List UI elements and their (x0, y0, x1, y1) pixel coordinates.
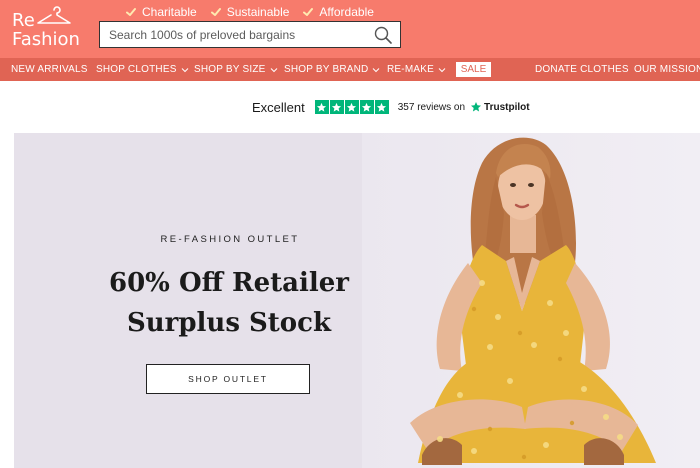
chevron-down-icon (373, 67, 380, 72)
nav-re-make[interactable]: RE-MAKE (387, 58, 446, 81)
trustpilot-logo-star-icon (471, 102, 482, 112)
usp-label: Charitable (142, 5, 197, 19)
usp-label: Affordable (319, 5, 374, 19)
shop-outlet-button[interactable]: SHOP OUTLET (146, 364, 310, 394)
star-icon (359, 100, 374, 114)
nav-label: OUR MISSION (634, 64, 700, 75)
nav-label: RE-MAKE (387, 64, 434, 75)
nav-label: NEW ARRIVALS (11, 64, 88, 75)
hero-heading-line2: Surplus Stock (126, 308, 331, 338)
nav-label: SHOP BY BRAND (284, 64, 369, 75)
usp-bar: Charitable Sustainable Affordable (126, 4, 374, 20)
trustpilot-review-count: 357 reviews on (397, 101, 466, 113)
nav-shop-clothes[interactable]: SHOP CLOTHES (96, 58, 189, 81)
search-box (99, 21, 401, 48)
star-icon (329, 100, 344, 114)
nav-label: DONATE CLOTHES (535, 64, 629, 75)
search-icon[interactable] (374, 26, 392, 44)
trustpilot-widget[interactable]: Excellent 357 reviews on Trustpilot (252, 99, 530, 115)
check-icon (126, 8, 136, 16)
nav-label: SHOP CLOTHES (96, 64, 177, 75)
nav-label: SHOP BY SIZE (194, 64, 266, 75)
chevron-down-icon (181, 67, 188, 72)
trustpilot-stars (314, 100, 389, 114)
hero-model-image[interactable] (370, 133, 700, 468)
nav-donate-clothes[interactable]: DONATE CLOTHES (535, 58, 629, 81)
hero-eyebrow: RE-FASHION OUTLET (160, 234, 300, 245)
star-icon (314, 100, 329, 114)
top-header: Re Fashion Charitable Sustainable Afford… (0, 0, 700, 58)
hanger-icon (37, 6, 71, 24)
main-nav: NEW ARRIVALS SHOP CLOTHES SHOP BY SIZE S… (0, 58, 700, 81)
trustpilot-brand: Trustpilot (484, 101, 530, 113)
nav-shop-by-size[interactable]: SHOP BY SIZE (194, 58, 278, 81)
nav-sale[interactable]: SALE (456, 62, 491, 77)
check-icon (303, 8, 314, 16)
logo-text-re: Re (12, 10, 35, 31)
usp-affordable: Affordable (303, 5, 374, 19)
check-icon (210, 8, 221, 16)
hero-banner: RE-FASHION OUTLET 60% Off Retailer Surpl… (14, 133, 700, 468)
hero-heading: 60% Off Retailer Surplus Stock (94, 263, 364, 343)
logo-text-fashion: Fashion (12, 29, 80, 50)
usp-sustainable: Sustainable (210, 5, 290, 19)
hero-heading-line1: 60% Off Retailer (109, 268, 349, 298)
star-icon (344, 100, 359, 114)
usp-label: Sustainable (226, 5, 290, 19)
chevron-down-icon (270, 67, 277, 72)
star-icon (374, 100, 389, 114)
site-logo[interactable]: Re Fashion (10, 6, 80, 52)
usp-charitable: Charitable (126, 5, 197, 19)
nav-shop-by-brand[interactable]: SHOP BY BRAND (284, 58, 380, 81)
chevron-down-icon (438, 67, 446, 72)
nav-our-mission[interactable]: OUR MISSION (634, 58, 700, 81)
trustpilot-rating-text: Excellent (252, 99, 305, 115)
nav-new-arrivals[interactable]: NEW ARRIVALS (11, 58, 88, 81)
search-input[interactable] (109, 22, 371, 47)
